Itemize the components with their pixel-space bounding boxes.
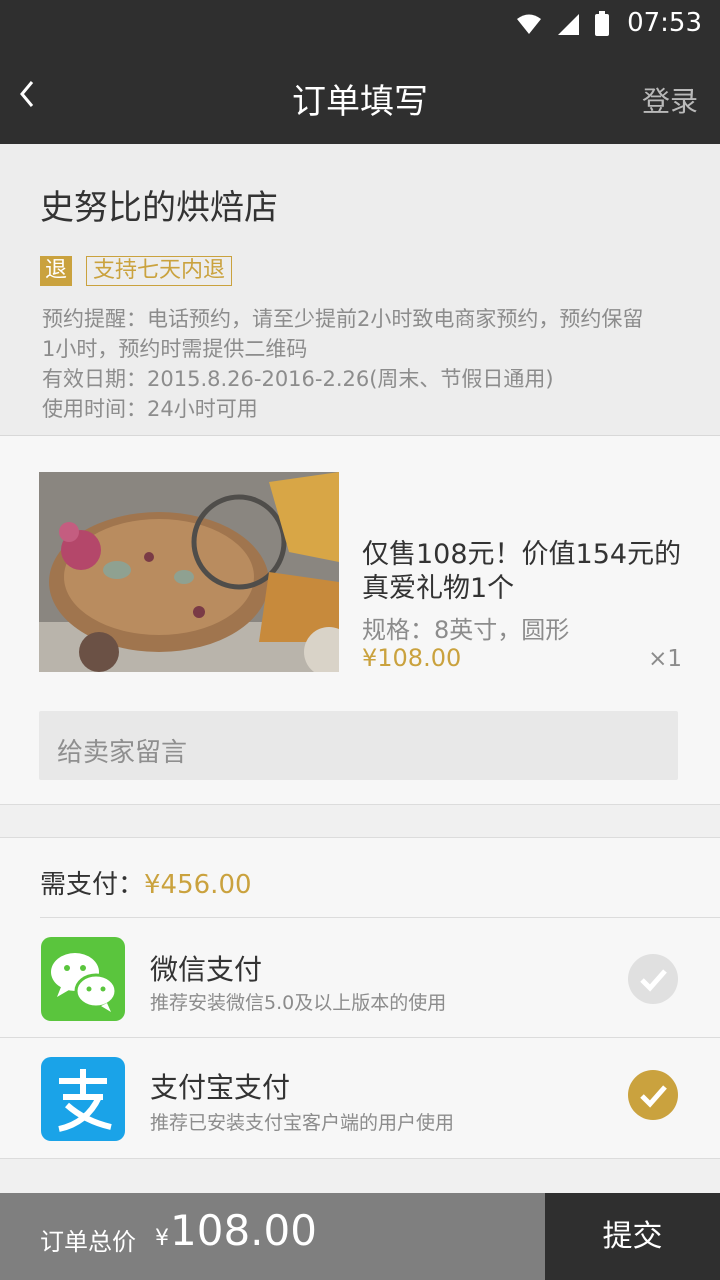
product-price: ¥108.00 (362, 644, 462, 672)
refund-badge: 退 (40, 256, 72, 286)
message-placeholder: 给卖家留言 (57, 738, 188, 768)
seller-message-input[interactable]: 给卖家留言 (39, 711, 678, 780)
usage-time: 使用时间：24小时可用 (42, 397, 258, 421)
product-title: 仅售108元！价值154元的真爱礼物1个 (362, 539, 682, 604)
reminder-line-1: 预约提醒：电话预约，请至少提前2小时致电商家预约，预约保留 (42, 307, 644, 331)
status-bar (0, 0, 720, 48)
amount-due-value: ¥456.00 (144, 870, 252, 900)
product-spec: 规格：8英寸，圆形 (362, 616, 570, 644)
payment-method-name: 微信支付 (150, 953, 263, 986)
check-icon[interactable] (628, 954, 678, 1004)
check-icon-selected[interactable] (628, 1070, 678, 1120)
validity-date: 有效日期：2015.8.26-2016-2.26(周末、节假日通用) (42, 367, 554, 391)
shop-name: 史努比的烘焙店 (40, 188, 278, 228)
submit-button[interactable]: 提交 (545, 1193, 720, 1280)
wechat-icon (41, 937, 125, 1021)
login-button[interactable]: 登录 (642, 80, 698, 120)
alipay-icon (41, 1057, 125, 1141)
wifi-icon (517, 14, 541, 34)
page-title: 订单填写 (292, 82, 428, 122)
refund-policy-tag: 支持七天内退 (86, 256, 233, 286)
status-time: 07:53 (627, 8, 702, 38)
amount-due: 需支付：¥456.00 (40, 864, 252, 901)
signal-icon (558, 14, 579, 35)
reminder-line-2: 1小时，预约时需提供二维码 (42, 337, 308, 361)
currency-symbol: ¥ (155, 1226, 169, 1251)
payment-method-desc: 推荐已安装支付宝客户端的用户使用 (150, 1112, 455, 1134)
payment-method-desc: 推荐安装微信5.0及以上版本的使用 (150, 992, 447, 1014)
amount-due-label: 需支付： (40, 870, 145, 900)
product-quantity: ×1 (648, 646, 682, 672)
battery-icon (595, 11, 609, 36)
payment-method-name: 支付宝支付 (150, 1071, 291, 1104)
status-icons (516, 10, 610, 38)
order-total-label: 订单总价 (40, 1228, 136, 1256)
product-image (39, 472, 339, 672)
order-total-amount: 108.00 (170, 1206, 317, 1255)
